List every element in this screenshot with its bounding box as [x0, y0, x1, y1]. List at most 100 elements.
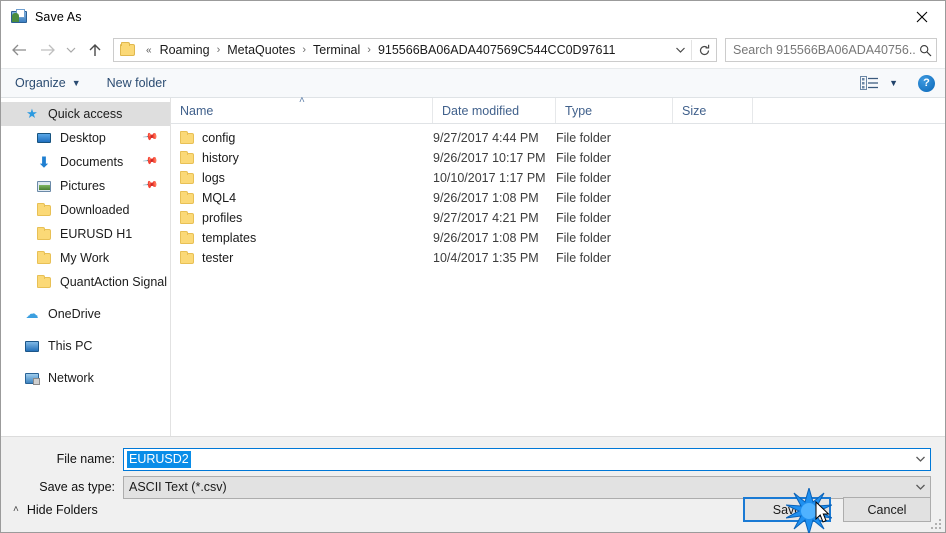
cancel-button[interactable]: Cancel: [843, 497, 931, 522]
sidebar-item-desktop[interactable]: Desktop 📌: [1, 126, 170, 150]
file-name: tester: [202, 251, 234, 265]
resize-grip[interactable]: [929, 517, 941, 529]
breadcrumb-item-terminal[interactable]: Terminal: [310, 42, 363, 58]
new-folder-button[interactable]: New folder: [107, 76, 167, 90]
table-row[interactable]: logs 10/10/2017 1:17 PM File folder: [171, 168, 945, 188]
save-as-type-select[interactable]: ASCII Text (*.csv): [123, 475, 931, 499]
file-type: File folder: [556, 131, 611, 145]
up-button[interactable]: [81, 36, 109, 64]
forward-button[interactable]: [33, 36, 61, 64]
column-header-date-modified[interactable]: Date modified: [433, 98, 556, 123]
sidebar-item-this-pc[interactable]: This PC: [1, 334, 170, 358]
breadcrumb-item-roaming[interactable]: Roaming: [157, 42, 213, 58]
table-row[interactable]: profiles 9/27/2017 4:21 PM File folder: [171, 208, 945, 228]
column-header-label: Size: [682, 103, 707, 118]
folder-icon: [35, 202, 53, 218]
dialog-body: ★ Quick access Desktop 📌 ⬇ Documents 📌 P…: [1, 95, 945, 436]
file-list: ˄ Name Date modified Type Size config 9/…: [171, 95, 945, 436]
folder-icon: [180, 170, 194, 184]
file-date: 9/26/2017 1:08 PM: [433, 191, 539, 205]
file-date: 9/27/2017 4:44 PM: [433, 131, 539, 145]
file-name-chevron-down-icon[interactable]: [910, 455, 930, 463]
file-name: MQL4: [202, 191, 237, 205]
sidebar-item-quick-access[interactable]: ★ Quick access: [1, 102, 170, 126]
save-as-type-chevron-down-icon[interactable]: [910, 483, 930, 491]
folder-icon: [180, 190, 194, 204]
sidebar-item-label: QuantAction Signal: [60, 275, 168, 289]
dialog-footer: File name: EURUSD2 Save as type: ASCII T…: [1, 436, 945, 532]
folder-icon: [180, 230, 194, 244]
file-name-cell: tester: [171, 250, 433, 265]
file-name: logs: [202, 171, 225, 185]
navigation-pane: ★ Quick access Desktop 📌 ⬇ Documents 📌 P…: [1, 98, 171, 436]
column-header-type[interactable]: Type: [556, 98, 673, 123]
file-rows: config 9/27/2017 4:44 PM File folder his…: [171, 124, 945, 436]
column-header-size[interactable]: Size: [673, 98, 753, 123]
breadcrumb-overflow[interactable]: «: [141, 45, 157, 56]
table-row[interactable]: config 9/27/2017 4:44 PM File folder: [171, 128, 945, 148]
refresh-icon[interactable]: [692, 39, 716, 61]
back-button[interactable]: [5, 36, 33, 64]
search-box[interactable]: Search 915566BA06ADA40756...: [725, 38, 937, 62]
address-bar[interactable]: « Roaming › MetaQuotes › Terminal › 9155…: [113, 38, 717, 62]
sidebar-item-pictures[interactable]: Pictures 📌: [1, 174, 170, 198]
file-name-row: File name: EURUSD2: [1, 447, 945, 471]
search-input[interactable]: Search 915566BA06ADA40756...: [726, 43, 915, 57]
file-name-cell: logs: [171, 170, 433, 185]
close-icon[interactable]: [899, 1, 945, 32]
sidebar-item-eurusd-h1[interactable]: EURUSD H1: [1, 222, 170, 246]
table-row[interactable]: history 9/26/2017 10:17 PM File folder: [171, 148, 945, 168]
sidebar-item-network[interactable]: Network: [1, 366, 170, 390]
breadcrumb-item-metaquotes[interactable]: MetaQuotes: [224, 42, 298, 58]
file-name-input[interactable]: EURUSD2: [123, 447, 931, 471]
column-header-name[interactable]: ˄ Name: [171, 95, 433, 123]
breadcrumb-separator[interactable]: ›: [298, 44, 310, 56]
save-button[interactable]: Save: [743, 497, 831, 522]
sidebar-item-downloaded[interactable]: Downloaded: [1, 198, 170, 222]
table-row[interactable]: tester 10/4/2017 1:35 PM File folder: [171, 248, 945, 268]
sidebar-item-documents[interactable]: ⬇ Documents 📌: [1, 150, 170, 174]
organize-label: Organize: [15, 76, 66, 90]
folder-icon: [180, 150, 194, 164]
hide-folders-button[interactable]: ˄ Hide Folders: [13, 503, 98, 517]
sidebar-item-onedrive[interactable]: ☁ OneDrive: [1, 302, 170, 326]
search-icon[interactable]: [915, 44, 936, 57]
save-as-type-value: ASCII Text (*.csv): [129, 480, 227, 494]
address-chevron-down-icon[interactable]: [669, 39, 691, 61]
column-header-label: Type: [565, 103, 593, 118]
column-header-filler: [753, 98, 945, 123]
sidebar-item-quantaction-signal[interactable]: QuantAction Signal: [1, 270, 170, 294]
sidebar-item-label: OneDrive: [48, 307, 101, 321]
chevron-down-icon: ▼: [71, 78, 81, 88]
sort-ascending-icon: ˄: [299, 95, 305, 106]
file-name-value: EURUSD2: [127, 450, 191, 468]
view-chevron-down-icon[interactable]: ▼: [889, 78, 898, 88]
view-options-icon[interactable]: [860, 76, 879, 90]
command-toolbar: Organize ▼ New folder ▼ ?: [1, 68, 945, 98]
save-as-type-row: Save as type: ASCII Text (*.csv): [1, 475, 945, 499]
sidebar-item-my-work[interactable]: My Work: [1, 246, 170, 270]
table-row[interactable]: MQL4 9/26/2017 1:08 PM File folder: [171, 188, 945, 208]
recent-locations-chevron-down-icon[interactable]: [61, 36, 81, 64]
breadcrumb-separator[interactable]: ›: [363, 44, 375, 56]
help-button[interactable]: ?: [918, 74, 935, 92]
table-row[interactable]: templates 9/26/2017 1:08 PM File folder: [171, 228, 945, 248]
file-name-cell: MQL4: [171, 190, 433, 205]
folder-icon: [180, 130, 194, 144]
sidebar-item-label: Pictures: [60, 179, 106, 193]
sidebar-item-label: This PC: [48, 339, 93, 353]
breadcrumb-separator[interactable]: ›: [213, 44, 225, 56]
file-type: File folder: [556, 211, 611, 225]
file-date: 10/10/2017 1:17 PM: [433, 171, 546, 185]
desktop-icon: [35, 130, 53, 146]
hide-folders-label: Hide Folders: [26, 502, 98, 517]
folder-icon: [120, 42, 135, 56]
save-as-icon: [11, 8, 27, 25]
network-icon: [23, 370, 41, 386]
organize-button[interactable]: Organize ▼: [15, 76, 81, 90]
documents-icon: ⬇: [38, 154, 50, 170]
this-pc-icon: [23, 338, 41, 354]
pin-icon: 📌: [141, 129, 159, 146]
footer-button-row: ˄ Hide Folders Save Cancel: [1, 497, 945, 522]
breadcrumb-item-terminal-id[interactable]: 915566BA06ADA407569C544CC0D97611: [375, 42, 618, 58]
